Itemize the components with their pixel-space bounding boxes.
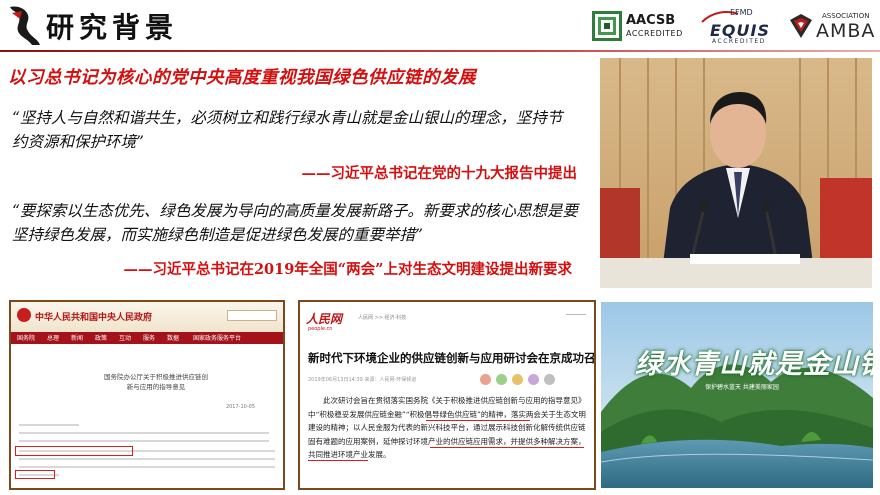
news-meta: 2019年06月13日14:39 来源：人民网-环保频道 bbox=[308, 377, 417, 383]
amba-logo: ASSOCIATION AMBA bbox=[788, 8, 876, 46]
news-underline bbox=[308, 460, 368, 461]
gov-nav-item: 新闻 bbox=[71, 335, 84, 342]
equis-logo: EFMD EQUIS ACCREDITED bbox=[700, 8, 780, 46]
gov-site-name: 中华人民共和国中央人民政府 bbox=[35, 313, 153, 323]
gov-nav-item: 互动 bbox=[119, 335, 132, 342]
gov-text-line bbox=[19, 432, 269, 434]
amba-mark-icon bbox=[790, 14, 812, 38]
weibo-icon bbox=[512, 374, 523, 385]
gov-text-line bbox=[19, 424, 79, 426]
header-divider bbox=[0, 50, 880, 52]
aacsb-mark-icon bbox=[592, 11, 622, 41]
gov-nav-item: 总理 bbox=[47, 335, 60, 342]
amba-top: ASSOCIATION bbox=[822, 12, 870, 20]
gov-nav-bar: 国务院 总理 新闻 政策 互动 服务 数据 国家政务服务平台 bbox=[11, 332, 283, 344]
wechat-icon bbox=[496, 374, 507, 385]
quote-1-source: ——习近平总书记在党的十九大报告中提出 bbox=[301, 165, 578, 182]
gov-nav-item: 国务院 bbox=[17, 335, 36, 342]
gov-website-screenshot: 中华人民共和国中央人民政府 国务院 总理 新闻 政策 互动 服务 数据 国家政务… bbox=[9, 300, 285, 490]
more-icon bbox=[544, 374, 555, 385]
amba-name: AMBA bbox=[816, 20, 876, 42]
news-logo-sub: people.cn bbox=[308, 326, 333, 332]
gov-text-line bbox=[19, 458, 275, 460]
news-underline bbox=[426, 420, 530, 421]
brush-stroke-icon bbox=[10, 6, 40, 46]
qzone-icon bbox=[528, 374, 539, 385]
landscape-subtitle: 保护碧水蓝天 共建美丽家园 bbox=[705, 384, 779, 391]
aacsb-sub: ACCREDITED bbox=[626, 29, 683, 38]
gov-nav-item: 服务 bbox=[143, 335, 156, 342]
national-emblem-icon bbox=[17, 308, 31, 322]
equis-top: EFMD bbox=[730, 8, 753, 17]
headline: 以习总书记为核心的党中央高度重视我国绿色供应链的发展 bbox=[8, 68, 476, 88]
page-title: 研究背景 bbox=[46, 11, 179, 44]
equis-sub: ACCREDITED bbox=[712, 38, 766, 45]
news-breadcrumb: 人民网 >> 经济·科技 bbox=[358, 315, 407, 321]
news-underline bbox=[430, 447, 584, 448]
share-icon bbox=[480, 374, 491, 385]
gov-nav-item: 国家政务服务平台 bbox=[193, 335, 242, 342]
gov-search-box bbox=[227, 310, 277, 321]
quote-1: “坚持人与自然和谐共生，必须树立和践行绿水青山就是金山银山的理念，坚持节约资源和… bbox=[12, 109, 563, 151]
gov-text-line bbox=[19, 440, 269, 442]
gov-doc-date: 2017-10-05 bbox=[225, 404, 255, 410]
aacsb-name: AACSB bbox=[626, 13, 676, 28]
speaker-photo bbox=[600, 58, 872, 288]
gov-header: 中华人民共和国中央人民政府 bbox=[11, 302, 283, 332]
quote-2-source: ——习近平总书记在2019年全国“两会”上对生态文明建设提出新要求 bbox=[123, 261, 572, 278]
news-header-icons bbox=[566, 314, 586, 320]
gov-text-line bbox=[19, 466, 275, 468]
landscape-photo: 绿水青山就是金山银山 保护碧水蓝天 共建美丽家园 bbox=[601, 302, 873, 488]
landscape-slogan: 绿水青山就是金山银山 bbox=[635, 349, 873, 380]
news-title: 新时代下环境企业的供应链创新与应用研讨会在京成功召开 bbox=[308, 351, 596, 365]
gov-highlight-box bbox=[15, 470, 55, 479]
quote-2: “要探索以生态优先、绿色发展为导向的高质量发展新路子。新要求的核心思想是要坚持绿… bbox=[12, 202, 578, 244]
news-logo: 人民网 bbox=[306, 312, 343, 326]
aacsb-logo: AACSB ACCREDITED bbox=[592, 8, 688, 46]
header: 研究背景 AACSB ACCREDITED EFMD EQUIS ACCREDI… bbox=[0, 0, 880, 52]
news-body: 此次研讨会旨在贯彻落实国务院《关于积极推进供应链创新与应用的指导意见》中“积极稳… bbox=[308, 396, 586, 460]
gov-doc-title: 国务院办公厅关于积极推进供应链创新与应用的指导意见 bbox=[104, 373, 208, 391]
gov-nav-item: 政策 bbox=[95, 335, 108, 342]
gov-highlight-box bbox=[15, 446, 133, 456]
gov-nav-item: 数据 bbox=[167, 335, 180, 342]
news-website-screenshot: 人民网 people.cn 人民网 >> 经济·科技 新时代下环境企业的供应链创… bbox=[298, 300, 596, 490]
